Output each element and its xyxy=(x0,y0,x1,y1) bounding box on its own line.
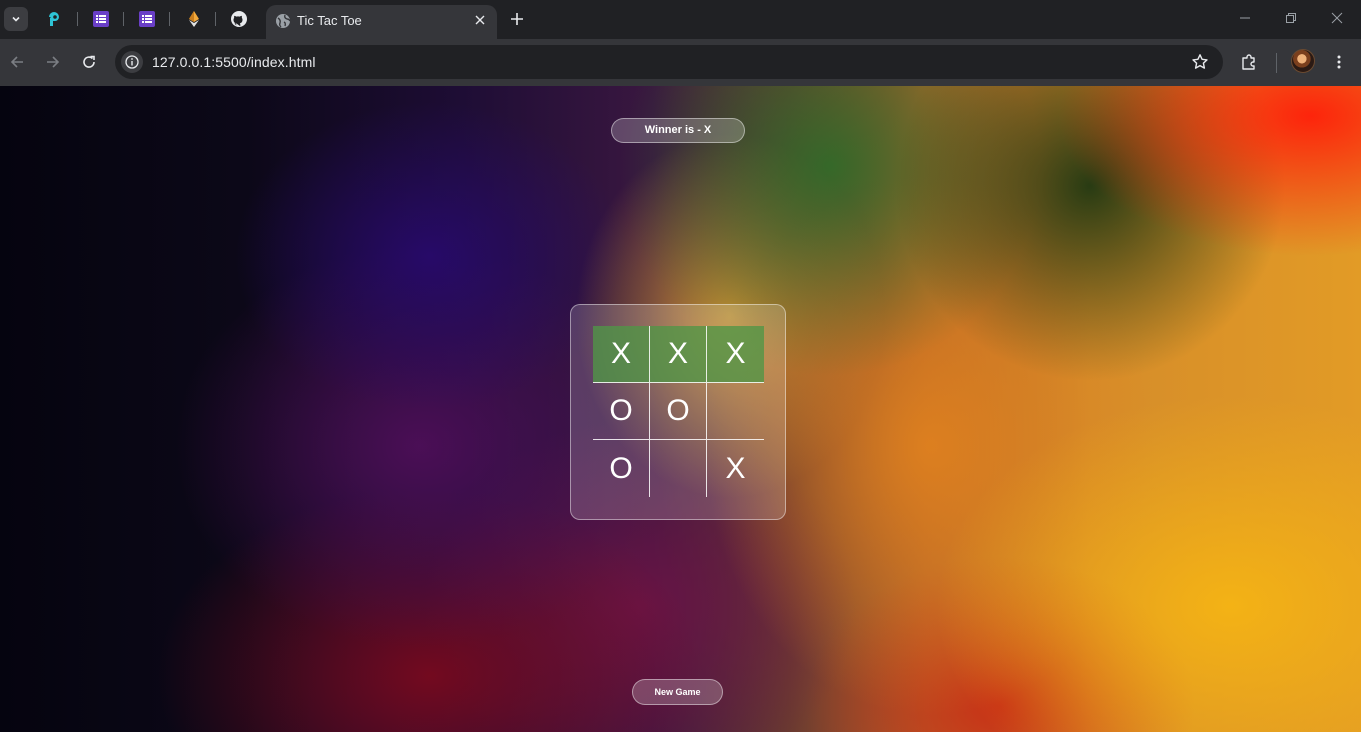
tab-tic-tac-toe[interactable]: Tic Tac Toe xyxy=(266,5,497,39)
board-cell[interactable]: O xyxy=(593,440,650,497)
close-icon xyxy=(1331,12,1343,24)
game-board: X X X O O O X xyxy=(593,326,764,497)
pinned-tab-app[interactable] xyxy=(44,8,66,30)
menu-button[interactable] xyxy=(1327,50,1351,74)
minimize-button[interactable] xyxy=(1222,0,1268,36)
tab-strip: Tic Tac Toe xyxy=(0,0,1361,39)
new-tab-button[interactable] xyxy=(506,8,528,30)
board-cell[interactable]: X xyxy=(707,326,764,383)
plus-icon xyxy=(511,13,523,25)
list-icon xyxy=(93,11,109,27)
board-cell[interactable] xyxy=(707,383,764,440)
close-icon xyxy=(475,15,485,25)
puzzle-icon xyxy=(1242,54,1255,70)
restore-button[interactable] xyxy=(1268,0,1314,36)
more-vertical-icon xyxy=(1337,55,1341,69)
toolbar-separator xyxy=(1276,53,1277,73)
reload-button[interactable] xyxy=(77,50,101,74)
address-bar[interactable]: 127.0.0.1:5500/index.html xyxy=(115,45,1223,79)
star-icon[interactable] xyxy=(1191,53,1209,71)
extensions-button[interactable] xyxy=(1237,50,1261,74)
pinned-separator xyxy=(215,12,216,26)
profile-avatar[interactable] xyxy=(1291,49,1315,73)
board-cell[interactable] xyxy=(650,440,707,497)
winner-message: Winner is - X xyxy=(611,118,745,143)
tab-close-button[interactable] xyxy=(471,11,489,29)
restore-icon xyxy=(1286,13,1296,23)
forward-button[interactable] xyxy=(41,50,65,74)
window-close-button[interactable] xyxy=(1314,0,1360,36)
tab-search-button[interactable] xyxy=(4,7,28,31)
tab-title: Tic Tac Toe xyxy=(297,13,362,28)
new-game-button[interactable]: New Game xyxy=(632,679,723,705)
site-info-button[interactable] xyxy=(121,51,143,73)
game-board-card: X X X O O O X xyxy=(570,304,786,520)
pinned-tab-list-2[interactable] xyxy=(136,8,158,30)
reload-icon xyxy=(83,55,95,68)
pinned-tab-crypto[interactable] xyxy=(183,8,205,30)
pinned-app-icon xyxy=(49,12,59,26)
github-icon xyxy=(231,11,247,27)
globe-icon xyxy=(276,14,291,28)
board-cell[interactable]: O xyxy=(650,383,707,440)
info-icon xyxy=(125,55,139,69)
pinned-tab-list-1[interactable] xyxy=(90,8,112,30)
board-cell[interactable]: X xyxy=(593,326,650,383)
arrow-left-icon xyxy=(10,56,23,68)
url-text: 127.0.0.1:5500/index.html xyxy=(152,54,316,70)
pinned-tab-github[interactable] xyxy=(228,8,250,30)
pinned-separator xyxy=(169,12,170,26)
board-cell[interactable]: O xyxy=(593,383,650,440)
ethereum-icon xyxy=(189,11,199,27)
pinned-separator xyxy=(123,12,124,26)
board-cell[interactable]: X xyxy=(707,440,764,497)
page-viewport: Winner is - X X X X O O O X New Game xyxy=(0,86,1361,732)
arrow-right-icon xyxy=(47,56,60,68)
back-button[interactable] xyxy=(5,50,29,74)
pinned-separator xyxy=(77,12,78,26)
list-icon xyxy=(139,11,155,27)
browser-toolbar: 127.0.0.1:5500/index.html xyxy=(0,39,1361,86)
minimize-icon xyxy=(1240,17,1250,19)
board-cell[interactable]: X xyxy=(650,326,707,383)
chevron-down-icon xyxy=(12,16,20,22)
